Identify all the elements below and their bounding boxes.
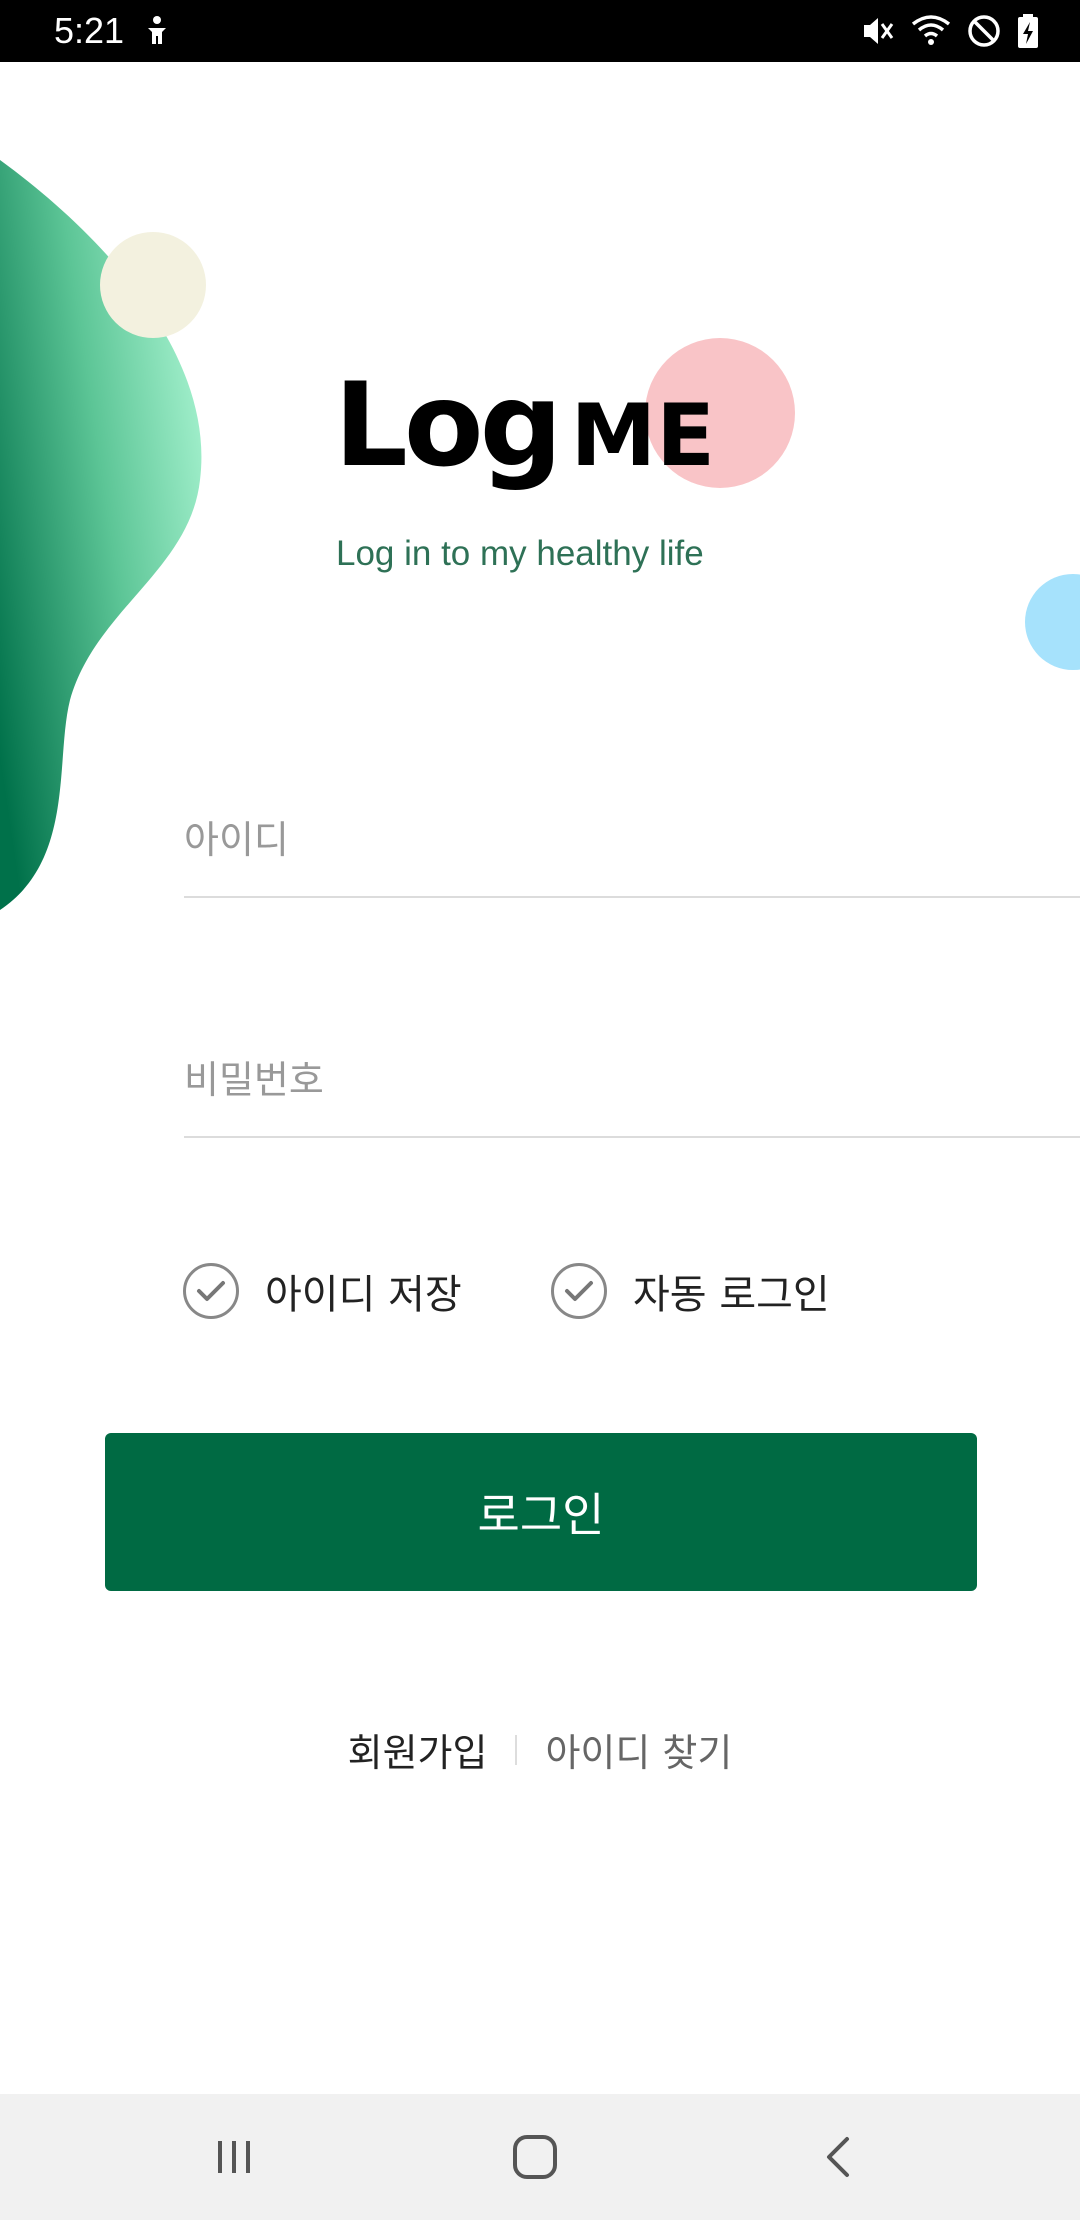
tagline: Log in to my healthy life xyxy=(336,534,704,573)
save-id-label: 아이디 저장 xyxy=(265,1272,462,1318)
status-bar: 5:21 xyxy=(0,0,1080,62)
wifi-icon xyxy=(910,12,952,54)
back-icon[interactable] xyxy=(798,2122,878,2192)
save-id-checkbox[interactable]: 아이디 저장 xyxy=(183,1262,462,1320)
check-icon xyxy=(183,1263,239,1319)
password-input[interactable] xyxy=(184,1040,1080,1120)
check-icon xyxy=(551,1263,607,1319)
auto-login-checkbox[interactable]: 자동 로그인 xyxy=(551,1262,830,1320)
auth-links: 회원가입 아이디 찾기 xyxy=(0,1722,1080,1777)
accessibility-icon xyxy=(140,14,174,52)
beige-circle-decoration xyxy=(100,232,206,338)
app-logo: Log ME xyxy=(334,358,715,493)
link-divider xyxy=(515,1734,518,1765)
find-id-link[interactable]: 아이디 찾기 xyxy=(545,1722,732,1777)
home-icon[interactable] xyxy=(495,2122,575,2192)
do-not-disturb-icon xyxy=(966,12,1002,54)
id-input[interactable] xyxy=(184,800,1080,880)
navigation-bar xyxy=(0,2094,1080,2220)
logo-text-log: Log xyxy=(334,358,563,493)
password-field-container xyxy=(184,1040,1080,1138)
logo-text-me: ME xyxy=(570,386,715,486)
signup-link[interactable]: 회원가입 xyxy=(348,1722,488,1777)
login-button[interactable]: 로그인 xyxy=(105,1433,977,1591)
auto-login-label: 자동 로그인 xyxy=(633,1272,830,1318)
battery-charging-icon xyxy=(1016,12,1040,54)
id-field-container xyxy=(184,800,1080,898)
blue-circle-decoration xyxy=(1025,574,1080,670)
status-time: 5:21 xyxy=(54,10,125,51)
mute-icon xyxy=(860,12,896,54)
recent-apps-icon[interactable] xyxy=(194,2122,274,2192)
